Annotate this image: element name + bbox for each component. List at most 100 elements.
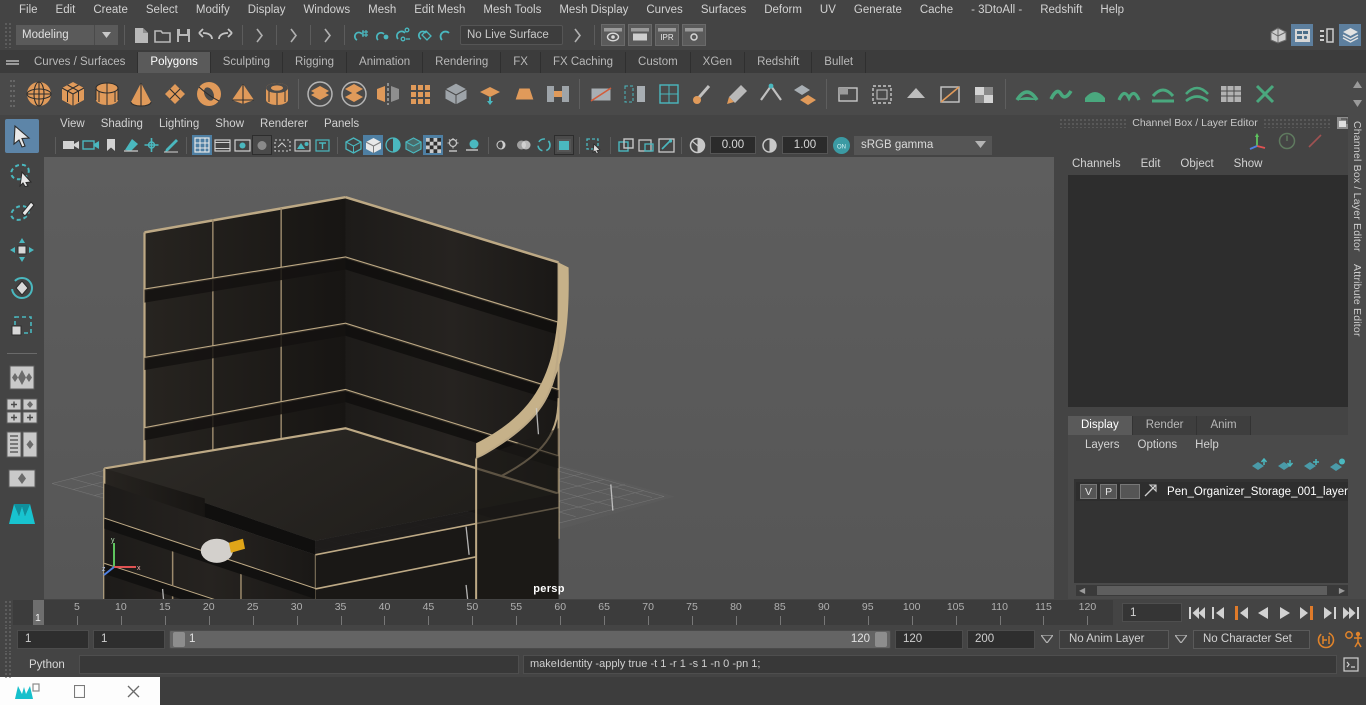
crease-tool-icon[interactable]	[754, 75, 788, 113]
animation-end-time-field[interactable]: 200	[967, 629, 1035, 649]
shelf-tab-sculpting[interactable]: Sculpting	[210, 52, 284, 73]
sculpt-relax-icon[interactable]	[1078, 75, 1112, 113]
sculpt-flatten-icon[interactable]	[1146, 75, 1180, 113]
ambient-occlusion-icon[interactable]	[463, 135, 483, 155]
shaded-wireframe-icon[interactable]	[383, 135, 403, 155]
menu-item-windows[interactable]: Windows	[294, 0, 359, 20]
paint-select-tool-button[interactable]	[5, 195, 39, 229]
shadows-icon[interactable]	[443, 135, 463, 155]
menu-item-mesh-tools[interactable]: Mesh Tools	[474, 0, 550, 20]
bookmark-icon[interactable]	[101, 135, 121, 155]
menu-item-display[interactable]: Display	[239, 0, 295, 20]
layer-row[interactable]: V P Pen_Organizer_Storage_001_layer	[1076, 482, 1348, 501]
go-to-end-icon[interactable]	[1342, 603, 1360, 623]
target-weld-icon[interactable]	[618, 75, 652, 113]
smooth-icon[interactable]	[405, 75, 439, 113]
uv-cut-icon[interactable]	[933, 75, 967, 113]
step-forward-icon[interactable]	[1320, 603, 1338, 623]
side-tab-channel-box[interactable]: Channel Box / Layer Editor	[1351, 115, 1363, 258]
quick-layout-single-button[interactable]	[4, 362, 40, 392]
snap-to-view-plane-icon[interactable]	[435, 24, 456, 46]
menu-item-deform[interactable]: Deform	[755, 0, 811, 20]
shelf-tab-gripper[interactable]	[2, 51, 22, 73]
layer-tab-render[interactable]: Render	[1132, 416, 1198, 435]
menu-item-create[interactable]: Create	[84, 0, 137, 20]
exposure-toggle-icon[interactable]	[272, 135, 292, 155]
shelf-tab-curves-surfaces[interactable]: Curves / Surfaces	[22, 52, 139, 73]
multi-cut-icon[interactable]	[584, 75, 618, 113]
film-gate-icon[interactable]	[212, 135, 232, 155]
panel-drag-handle-left[interactable]	[1059, 118, 1128, 128]
color-management-toggle-icon[interactable]: ON	[831, 135, 851, 155]
new-scene-icon[interactable]	[131, 24, 152, 46]
range-start-handle[interactable]	[173, 631, 185, 647]
shelf-tab-redshift[interactable]: Redshift	[745, 52, 813, 73]
move-tool-button[interactable]	[5, 233, 39, 267]
polygon-plane-icon[interactable]	[158, 75, 192, 113]
scroll-left-arrow-icon[interactable]: ◀	[1076, 586, 1085, 595]
xray-joints-icon[interactable]	[636, 135, 656, 155]
menu-item-curves[interactable]: Curves	[637, 0, 691, 20]
channel-menu-edit[interactable]: Edit	[1131, 158, 1171, 170]
shelf-tab-rendering[interactable]: Rendering	[423, 52, 502, 73]
snap-to-curve-icon[interactable]	[372, 24, 393, 46]
chevron-down-icon[interactable]	[975, 139, 986, 151]
channel-menu-show[interactable]: Show	[1224, 158, 1273, 170]
render-settings-icon[interactable]	[682, 24, 706, 46]
layer-list[interactable]: V P Pen_Organizer_Storage_001_layer	[1074, 479, 1350, 583]
save-scene-icon[interactable]	[173, 24, 194, 46]
speed-gauge-icon[interactable]	[1278, 132, 1296, 153]
current-time-indicator[interactable]: 1	[33, 600, 44, 625]
range-bar[interactable]: 1 120	[169, 629, 891, 649]
scale-tool-button[interactable]	[5, 309, 39, 343]
texture-shading-icon[interactable]	[403, 135, 423, 155]
grease-pencil-icon[interactable]	[161, 135, 181, 155]
channel-menu-channels[interactable]: Channels	[1062, 158, 1131, 170]
toggle-channel-box-icon[interactable]	[1315, 24, 1337, 46]
exposure-value-field[interactable]: 0.00	[710, 136, 756, 154]
separate-icon[interactable]	[337, 75, 371, 113]
status-line-gripper[interactable]	[4, 22, 13, 48]
animation-start-time-field[interactable]: 1	[17, 629, 89, 649]
polygon-torus-icon[interactable]	[192, 75, 226, 113]
quad-draw-icon[interactable]	[652, 75, 686, 113]
3d-viewport[interactable]: y x z persp	[44, 157, 1054, 599]
toggle-modeling-toolkit-icon[interactable]	[1267, 24, 1289, 46]
mirror-geometry-icon[interactable]	[371, 75, 405, 113]
gamma-value-field[interactable]: 1.00	[782, 136, 828, 154]
snap-to-point-icon[interactable]	[393, 24, 414, 46]
command-input-field[interactable]	[79, 655, 519, 674]
layer-tab-anim[interactable]: Anim	[1197, 416, 1251, 435]
redo-icon[interactable]	[215, 24, 236, 46]
menu-item-mesh[interactable]: Mesh	[359, 0, 405, 20]
layer-menu-layers[interactable]: Layers	[1076, 439, 1129, 451]
sculpt-smooth-icon[interactable]	[1044, 75, 1078, 113]
viewport-menu-shading[interactable]: Shading	[93, 118, 151, 130]
command-line-gripper[interactable]	[4, 651, 13, 678]
camera-attributes-icon[interactable]	[81, 135, 101, 155]
go-to-start-icon[interactable]	[1188, 603, 1206, 623]
no-manipulator-icon[interactable]	[1306, 132, 1324, 153]
smooth-shading-icon[interactable]	[363, 135, 383, 155]
quick-layout-persp-button[interactable]	[4, 464, 40, 494]
polygon-sphere-icon[interactable]	[22, 75, 56, 113]
chevron-down-icon[interactable]	[94, 25, 118, 45]
motion-blur-icon[interactable]	[494, 135, 514, 155]
command-language-label[interactable]: Python	[17, 659, 75, 671]
color-profile-select[interactable]: sRGB gamma	[854, 135, 992, 155]
current-frame-field[interactable]: 1	[1122, 603, 1182, 622]
panel-drag-handle-right[interactable]	[1262, 118, 1331, 128]
menu-item-cache[interactable]: Cache	[911, 0, 962, 20]
step-back-icon[interactable]	[1210, 603, 1228, 623]
playback-start-time-field[interactable]: 1	[93, 629, 165, 649]
sculpt-tool-icon[interactable]	[686, 75, 720, 113]
range-end-handle[interactable]	[875, 631, 887, 647]
quick-layout-outliner-persp-button[interactable]	[4, 430, 40, 460]
grid-toggle-icon[interactable]	[192, 135, 212, 155]
sculpt-scrape-icon[interactable]	[1248, 75, 1282, 113]
play-backwards-icon[interactable]	[1254, 603, 1272, 623]
resolution-gate-icon[interactable]	[232, 135, 252, 155]
toggle-attribute-editor-icon[interactable]	[1291, 24, 1313, 46]
xray-toggle-icon[interactable]	[292, 135, 312, 155]
render-current-frame-icon[interactable]	[601, 24, 625, 46]
